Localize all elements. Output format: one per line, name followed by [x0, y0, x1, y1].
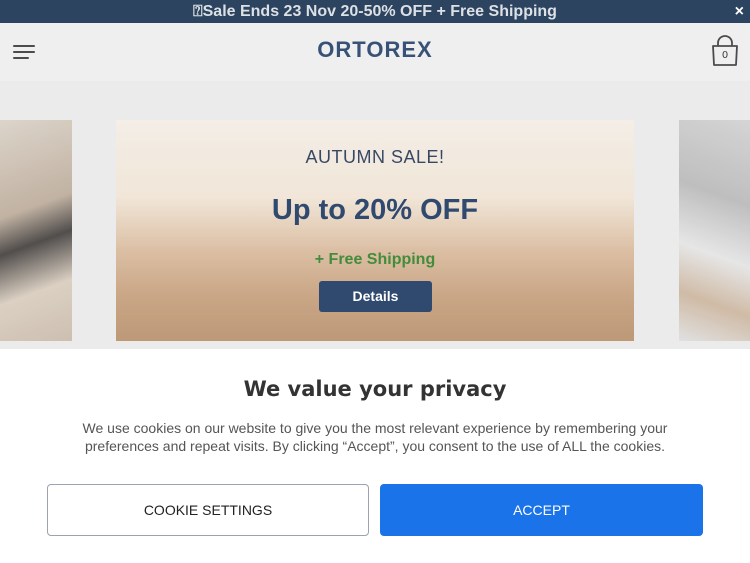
cart-button[interactable]: 0 [710, 35, 740, 67]
announcement-bar: ⍰Sale Ends 23 Nov 20-50% OFF + Free Ship… [0, 0, 750, 23]
promo-title: AUTUMN SALE! [305, 147, 445, 167]
close-icon[interactable]: × [735, 0, 744, 23]
cart-count-badge: 0 [721, 50, 729, 61]
announcement-text: ⍰Sale Ends 23 Nov 20-50% OFF + Free Ship… [193, 3, 557, 20]
slide-image-previous[interactable] [0, 120, 72, 341]
cookie-banner: We value your privacy We use cookies on … [0, 349, 750, 563]
cookie-title: We value your privacy [243, 377, 507, 401]
site-logo[interactable]: ORTOREX [0, 37, 750, 63]
hero-slider: AUTUMN SALE! Up to 20% OFF + Free Shippi… [0, 81, 750, 349]
slide-image-next[interactable] [679, 120, 750, 341]
accept-button[interactable]: ACCEPT [380, 484, 703, 536]
promo-banner: AUTUMN SALE! Up to 20% OFF + Free Shippi… [116, 120, 634, 341]
promo-shipping: + Free Shipping [314, 251, 436, 268]
details-button[interactable]: Details [319, 281, 432, 312]
cookie-settings-button[interactable]: COOKIE SETTINGS [47, 484, 369, 536]
site-header: ORTOREX 0 [0, 23, 750, 81]
cookie-text: We use cookies on our website to give yo… [82, 420, 668, 454]
promo-headline: Up to 20% OFF [271, 194, 479, 226]
